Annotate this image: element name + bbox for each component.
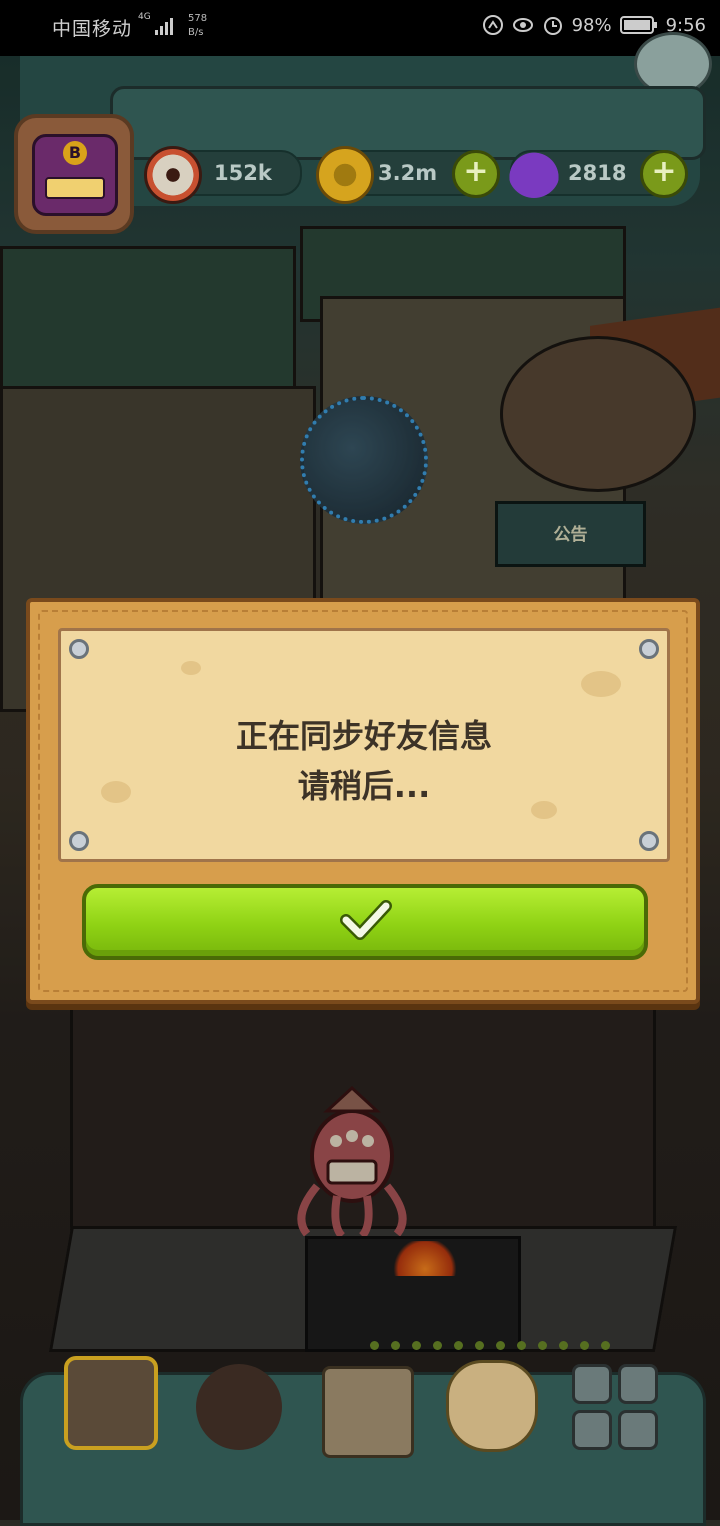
potion-icon <box>508 146 560 198</box>
network-type: 4G <box>138 12 151 22</box>
potion-amount: 2818 <box>568 161 627 185</box>
dialog-parchment: 正在同步好友信息 请稍后... <box>58 628 670 862</box>
money-bag-icon[interactable] <box>446 1360 538 1452</box>
status-bar: 中国移动 4G 578 B/s 98% 9:56 <box>0 0 720 56</box>
dialog-message: 正在同步好友信息 请稍后... <box>61 711 667 811</box>
rank-badge: B <box>63 141 87 165</box>
dialog-line-2: 请稍后... <box>297 767 431 805</box>
carrier-label: 中国移动 <box>52 18 133 40</box>
rivet-icon <box>69 831 89 851</box>
add-potions-button[interactable]: + <box>640 150 688 198</box>
battery-icon <box>619 16 657 34</box>
checkmark-icon <box>340 900 392 940</box>
more-menu-icon[interactable] <box>572 1364 658 1450</box>
eye-comfort-icon <box>512 18 533 32</box>
speed-value: 578 <box>188 13 208 24</box>
confirm-button[interactable] <box>82 884 648 960</box>
dialog-line-1: 正在同步好友信息 <box>235 717 492 755</box>
eyeball-icon <box>144 146 202 204</box>
coin-icon <box>316 146 374 204</box>
battery-percent: 98% <box>571 14 612 36</box>
eyeball-counter: 152k <box>144 146 302 204</box>
rivet-icon <box>69 639 89 659</box>
signal-icon <box>155 18 173 35</box>
resource-bar <box>110 86 706 160</box>
restaurant-nav-icon[interactable] <box>64 1356 158 1450</box>
rivet-icon <box>639 639 659 659</box>
sync-dialog: 正在同步好友信息 请稍后... <box>26 598 700 1004</box>
coin-amount: 3.2m <box>378 161 438 185</box>
eyeball-amount: 152k <box>214 161 272 185</box>
rivet-icon <box>639 831 659 851</box>
avatar-monster: B <box>32 134 118 216</box>
recipe-book-icon[interactable] <box>322 1366 414 1458</box>
speed-unit: B/s <box>188 27 204 38</box>
alarm-icon <box>543 17 562 35</box>
add-coins-button[interactable]: + <box>452 150 500 198</box>
monster-nav-icon[interactable] <box>196 1364 282 1450</box>
player-avatar[interactable]: B <box>14 114 134 234</box>
nfc-icon <box>482 15 503 35</box>
avatar-teeth <box>45 177 105 199</box>
network-speed: 578 B/s <box>188 12 207 40</box>
